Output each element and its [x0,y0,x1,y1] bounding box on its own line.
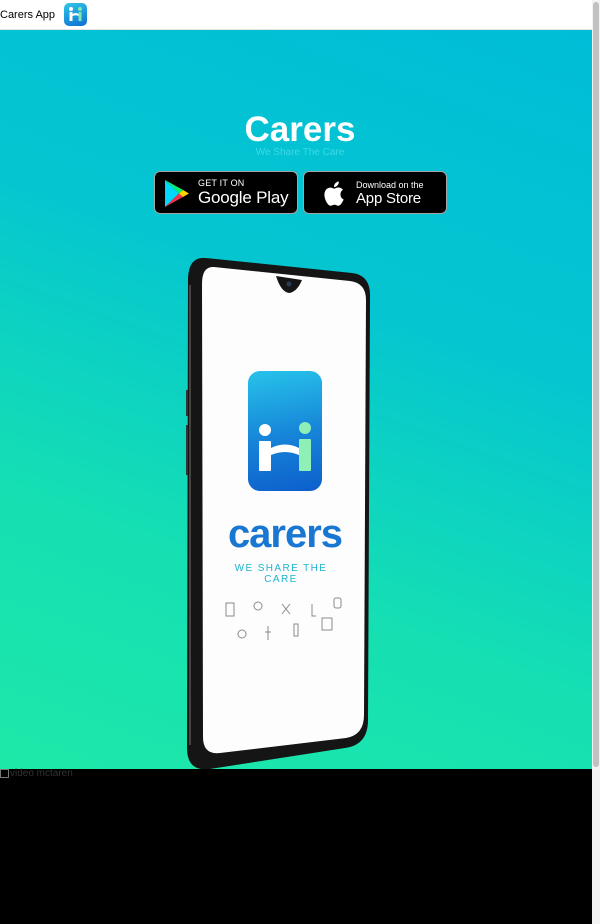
care-services-icons [225,597,342,640]
medical-kit-icon [225,602,235,617]
video-fallback: video mctaren [0,768,73,779]
app-icon-tile [248,371,322,491]
carers-app-icon [259,422,311,471]
calendar-icon [321,617,333,631]
person-icon [265,626,271,640]
scrollbar[interactable] [592,0,600,924]
caregiver-icon [311,604,316,617]
wheelchair-icon [281,603,291,615]
app-name: carers [227,512,343,556]
app-tagline: WE SHARE THE CARE [234,563,328,585]
bottle-icon [293,623,299,637]
scrollbar-thumb[interactable] [593,2,599,767]
video-fallback-text: video mctaren [10,768,73,779]
jar-icon [333,597,342,609]
clock-icon [237,629,247,639]
broken-video-icon [0,769,9,778]
stethoscope-icon [253,601,263,611]
video-area[interactable] [0,769,592,924]
